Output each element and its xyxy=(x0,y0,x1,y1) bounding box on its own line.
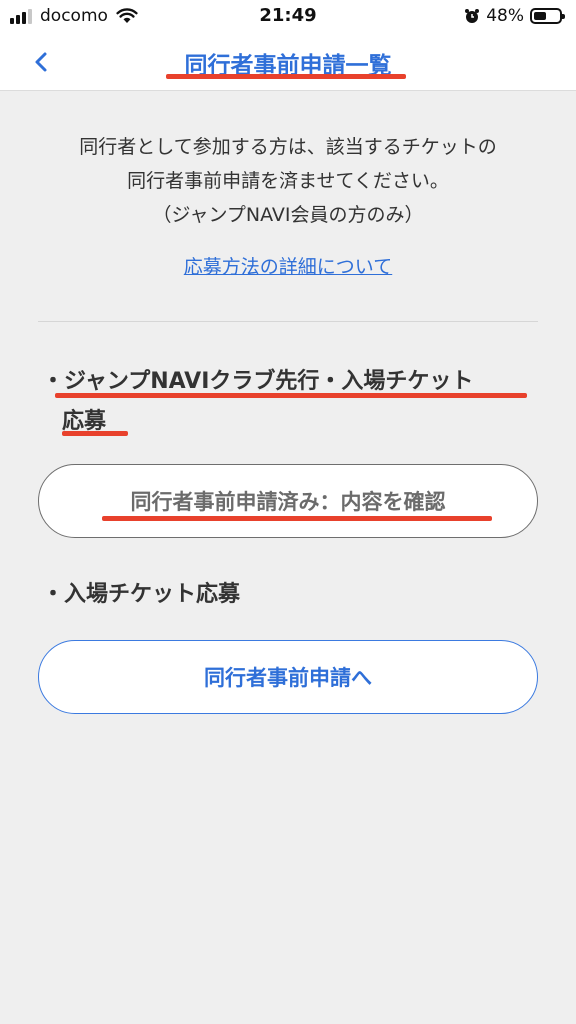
status-bar: docomo 21:49 48% xyxy=(0,0,576,34)
section-title-club-presale: ・ジャンプNAVIクラブ先行・入場チケット 応募 xyxy=(42,362,473,442)
alarm-icon xyxy=(465,9,480,23)
confirm-submitted-application-button[interactable]: 同行者事前申請済み：内容を確認 xyxy=(38,464,538,538)
intro-line-2: 同行者事前申請を済ませてください。 xyxy=(127,170,449,192)
button-underline-annotation xyxy=(102,516,492,521)
title-underline-annotation xyxy=(166,74,406,79)
button-label: 同行者事前申請へ xyxy=(204,666,372,690)
section-title-entry-ticket: ・入場チケット応募 xyxy=(42,575,240,615)
status-right: 48% xyxy=(464,6,565,26)
battery-icon xyxy=(530,8,565,24)
intro-text: 同行者として参加する方は、該当するチケットの 同行者事前申請を済ませてください。… xyxy=(0,130,576,232)
divider xyxy=(38,321,538,322)
application-details-link[interactable]: 応募方法の詳細について xyxy=(0,252,576,279)
intro-line-1: 同行者として参加する方は、該当するチケットの xyxy=(79,136,497,158)
section-title-line: ・入場チケット応募 xyxy=(42,582,241,607)
intro-line-3: （ジャンプNAVI会員の方のみ） xyxy=(152,204,424,226)
section-underline-annotation xyxy=(55,393,527,398)
battery-percent: 48% xyxy=(486,6,524,26)
button-label: 同行者事前申請済み：内容を確認 xyxy=(130,490,446,514)
nav-bar: 同行者事前申請一覧 xyxy=(0,34,576,91)
companion-application-button[interactable]: 同行者事前申請へ xyxy=(38,640,538,714)
section-title-line: 応募 xyxy=(62,409,107,434)
section-underline-annotation xyxy=(62,431,128,436)
